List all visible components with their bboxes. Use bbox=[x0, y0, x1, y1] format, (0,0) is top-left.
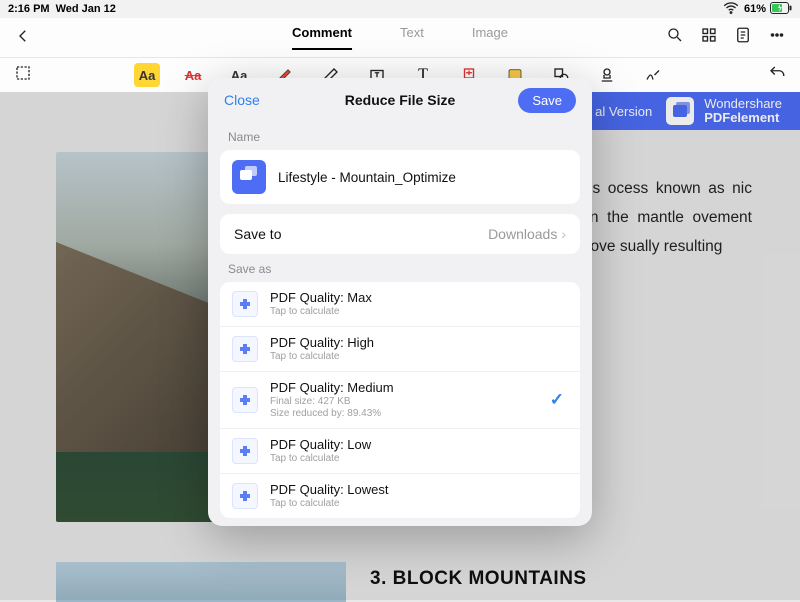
more-icon[interactable] bbox=[768, 26, 786, 49]
quality-subtitle: Final size: 427 KBSize reduced by: 89.43… bbox=[270, 396, 394, 420]
name-section-label: Name bbox=[208, 122, 592, 150]
quality-icon bbox=[232, 483, 258, 509]
undo-icon[interactable] bbox=[768, 64, 786, 87]
quality-icon bbox=[232, 438, 258, 464]
quality-title: PDF Quality: Medium bbox=[270, 380, 394, 395]
battery-percent: 61% bbox=[744, 3, 766, 15]
stamp-tool-icon[interactable] bbox=[594, 63, 620, 87]
quality-subtitle: Tap to calculate bbox=[270, 498, 389, 510]
quality-option[interactable]: PDF Quality: LowestTap to calculate bbox=[220, 473, 580, 518]
tab-comment[interactable]: Comment bbox=[292, 25, 352, 50]
modal-title: Reduce File Size bbox=[345, 92, 455, 108]
quality-subtitle: Tap to calculate bbox=[270, 453, 371, 465]
quality-title: PDF Quality: Max bbox=[270, 290, 372, 305]
save-button[interactable]: Save bbox=[518, 88, 576, 113]
nav-tabs: Comment Text Image bbox=[292, 25, 508, 50]
quality-option[interactable]: PDF Quality: HighTap to calculate bbox=[220, 326, 580, 371]
select-tool-icon[interactable] bbox=[14, 64, 32, 87]
page-icon[interactable] bbox=[734, 26, 752, 49]
grid-icon[interactable] bbox=[700, 26, 718, 49]
chevron-right-icon: › bbox=[561, 226, 566, 242]
status-time: 2:16 PM bbox=[8, 3, 50, 15]
quality-option[interactable]: PDF Quality: LowTap to calculate bbox=[220, 428, 580, 473]
check-icon: ✓ bbox=[550, 390, 564, 410]
filename-row[interactable]: Lifestyle - Mountain_Optimize bbox=[220, 150, 580, 204]
quality-icon bbox=[232, 387, 258, 413]
file-icon bbox=[232, 160, 266, 194]
status-date: Wed Jan 12 bbox=[56, 3, 116, 15]
save-as-section-label: Save as bbox=[208, 254, 592, 282]
quality-title: PDF Quality: High bbox=[270, 335, 374, 350]
strikethrough-tool-icon[interactable]: Aa bbox=[180, 63, 206, 87]
close-button[interactable]: Close bbox=[224, 92, 260, 108]
quality-icon bbox=[232, 291, 258, 317]
quality-title: PDF Quality: Lowest bbox=[270, 482, 389, 497]
tab-text[interactable]: Text bbox=[400, 25, 424, 50]
quality-icon bbox=[232, 336, 258, 362]
nav-bar: Comment Text Image bbox=[0, 18, 800, 58]
quality-list: PDF Quality: MaxTap to calculatePDF Qual… bbox=[220, 282, 580, 518]
search-icon[interactable] bbox=[666, 26, 684, 49]
back-button[interactable] bbox=[14, 25, 32, 51]
quality-option[interactable]: PDF Quality: MediumFinal size: 427 KBSiz… bbox=[220, 371, 580, 428]
save-to-value: Downloads bbox=[488, 226, 557, 242]
battery-icon bbox=[770, 2, 792, 17]
quality-subtitle: Tap to calculate bbox=[270, 351, 374, 363]
reduce-file-size-modal: Close Reduce File Size Save Name Lifesty… bbox=[208, 78, 592, 526]
save-to-row[interactable]: Save to Downloads › bbox=[220, 214, 580, 254]
highlight-tool-icon[interactable]: Aa bbox=[134, 63, 160, 87]
quality-title: PDF Quality: Low bbox=[270, 437, 371, 452]
filename-text: Lifestyle - Mountain_Optimize bbox=[278, 170, 456, 185]
save-to-label: Save to bbox=[234, 226, 281, 242]
quality-option[interactable]: PDF Quality: MaxTap to calculate bbox=[220, 282, 580, 326]
signature-tool-icon[interactable] bbox=[640, 63, 666, 87]
tab-image[interactable]: Image bbox=[472, 25, 508, 50]
wifi-icon bbox=[722, 0, 740, 20]
quality-subtitle: Tap to calculate bbox=[270, 306, 372, 318]
status-bar: 2:16 PM Wed Jan 12 61% bbox=[0, 0, 800, 18]
